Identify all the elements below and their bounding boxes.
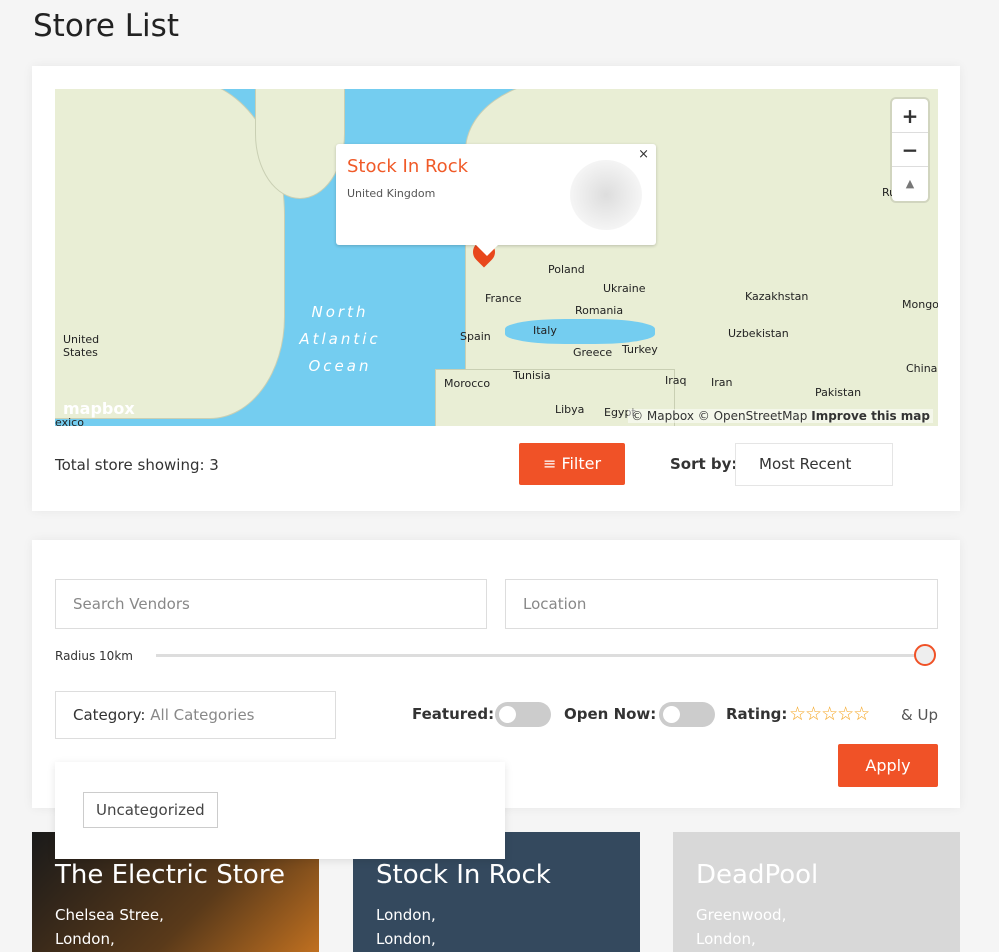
category-value: All Categories: [150, 706, 255, 724]
location-input[interactable]: Location: [505, 579, 938, 629]
category-label: Category:: [73, 706, 146, 724]
open-now-toggle[interactable]: [659, 702, 715, 727]
page-title: Store List: [33, 8, 179, 44]
ocean-label: North Atlantic Ocean: [299, 303, 381, 375]
map-label: Libya: [555, 403, 585, 416]
featured-label: Featured:: [412, 705, 495, 723]
mediterranean: [505, 319, 655, 344]
map-label: Poland: [548, 263, 585, 276]
store-name[interactable]: The Electric Store: [55, 860, 285, 890]
map-label: Morocco: [444, 377, 491, 390]
apply-button[interactable]: Apply: [838, 744, 938, 787]
map-card: Poland Ukraine France Romania Kazakhstan…: [32, 66, 960, 511]
map-label: Turkey: [622, 343, 658, 356]
map-label: Romania: [575, 304, 624, 317]
map-label: Mongo: [902, 298, 938, 311]
radius-label: Radius 10km: [55, 649, 133, 663]
category-option-uncategorized[interactable]: Uncategorized: [83, 792, 218, 828]
store-address: London,: [376, 906, 436, 924]
mapbox-logo[interactable]: mapbox: [63, 399, 135, 418]
map-label: Tunisia: [513, 369, 551, 382]
store-city: London,: [376, 930, 436, 948]
map-label: Italy: [533, 324, 557, 337]
featured-toggle[interactable]: [495, 702, 551, 727]
popup-subtitle: United Kingdom: [347, 187, 436, 200]
star-rating-icon[interactable]: ☆☆☆☆☆: [789, 703, 870, 725]
map-label: Uzbekistan: [728, 327, 789, 340]
attribution-text[interactable]: © Mapbox © OpenStreetMap: [631, 409, 807, 423]
store-city: London,: [696, 930, 756, 948]
filter-button[interactable]: ≡ Filter: [519, 443, 625, 485]
store-name[interactable]: Stock In Rock: [376, 860, 551, 890]
category-select[interactable]: Category: All Categories: [55, 691, 336, 739]
store-thumbnail: [570, 160, 642, 230]
rating-label: Rating:: [726, 705, 788, 723]
map-label: Ukraine: [603, 282, 646, 295]
popup-title[interactable]: Stock In Rock: [347, 156, 468, 177]
rating-suffix: & Up: [901, 706, 938, 724]
map-label: Kazakhstan: [745, 290, 809, 303]
popup-arrow: [475, 244, 499, 256]
sort-label: Sort by:: [670, 455, 738, 473]
map-label: United States: [63, 333, 100, 359]
map-attribution: © Mapbox © OpenStreetMap Improve this ma…: [628, 409, 933, 423]
sort-select[interactable]: Most Recent: [735, 443, 893, 486]
zoom-out-button[interactable]: −: [892, 133, 928, 167]
open-now-label: Open Now:: [564, 705, 657, 723]
filter-label: Filter: [561, 454, 602, 473]
zoom-controls: + − ▲: [892, 99, 928, 201]
map-label: Greece: [573, 346, 613, 359]
filter-icon: ≡: [542, 454, 562, 473]
store-card[interactable]: DeadPool Greenwood, London,: [673, 832, 960, 952]
close-icon[interactable]: ×: [638, 147, 649, 162]
map-label: Iran: [711, 376, 733, 389]
total-store-count: Total store showing: 3: [55, 456, 219, 474]
category-dropdown: Uncategorized: [55, 762, 505, 859]
land-americas: [55, 89, 285, 419]
store-name[interactable]: DeadPool: [696, 860, 818, 890]
map-label: France: [485, 292, 522, 305]
radius-slider-handle[interactable]: [914, 644, 936, 666]
map-label: China: [906, 362, 938, 375]
store-address: Chelsea Stree,: [55, 906, 164, 924]
map-label: Iraq: [665, 374, 687, 387]
map-popup: Stock In Rock United Kingdom ×: [336, 144, 656, 245]
store-city: London,: [55, 930, 115, 948]
store-map[interactable]: Poland Ukraine France Romania Kazakhstan…: [55, 89, 938, 426]
improve-map-link[interactable]: Improve this map: [811, 409, 930, 423]
search-vendors-input[interactable]: Search Vendors: [55, 579, 487, 629]
zoom-in-button[interactable]: +: [892, 99, 928, 133]
map-label: Spain: [460, 330, 491, 343]
compass-button[interactable]: ▲: [892, 167, 928, 201]
store-address: Greenwood,: [696, 906, 787, 924]
radius-slider[interactable]: [156, 654, 926, 657]
map-label: Pakistan: [815, 386, 862, 399]
